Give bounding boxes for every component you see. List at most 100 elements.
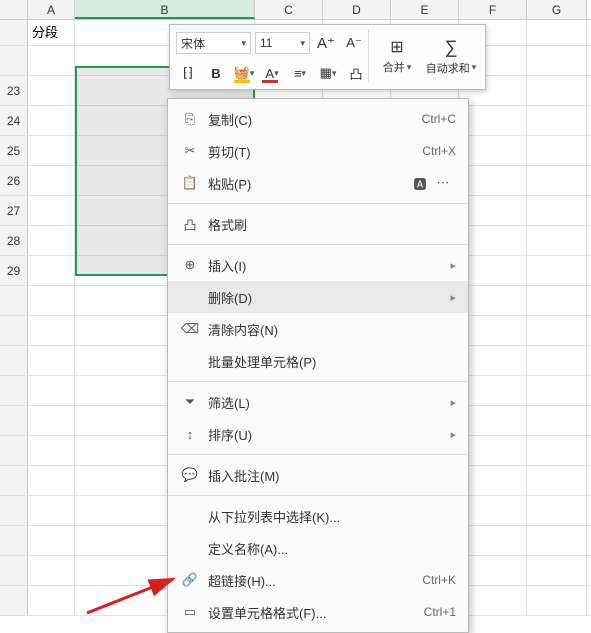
cell[interactable] <box>28 586 75 615</box>
align-button[interactable]: ≡▾ <box>288 61 312 85</box>
cell[interactable] <box>459 316 527 345</box>
cell[interactable] <box>28 286 75 315</box>
cell[interactable] <box>459 136 527 165</box>
cell[interactable] <box>28 256 75 285</box>
cell[interactable] <box>459 226 527 255</box>
row-header[interactable] <box>0 466 28 495</box>
row-header-29[interactable]: 29 <box>0 256 28 285</box>
row-header[interactable] <box>0 316 28 345</box>
cell[interactable] <box>459 346 527 375</box>
more-icon[interactable]: ⋯ <box>432 175 456 191</box>
cell[interactable] <box>527 136 587 165</box>
cell[interactable] <box>527 496 587 525</box>
cell[interactable] <box>459 166 527 195</box>
col-header-B[interactable]: B <box>75 0 255 19</box>
menu-hyperlink[interactable]: 🔗 超链接(H)... Ctrl+K <box>168 564 468 596</box>
decrease-font-button[interactable]: A⁻ <box>342 31 366 55</box>
cell[interactable] <box>28 496 75 525</box>
cell[interactable] <box>28 76 75 105</box>
cell[interactable] <box>527 166 587 195</box>
cell[interactable] <box>527 106 587 135</box>
font-color-button[interactable]: A▾ <box>260 61 284 85</box>
fill-color-button[interactable]: 🧺▾ <box>232 61 256 85</box>
menu-sort[interactable]: ↕ 排序(U) ▸ <box>168 418 468 450</box>
row-header[interactable] <box>0 346 28 375</box>
row-header[interactable] <box>0 286 28 315</box>
row-header[interactable] <box>0 20 28 45</box>
cell[interactable] <box>28 526 75 555</box>
cell[interactable] <box>28 166 75 195</box>
row-header[interactable] <box>0 376 28 405</box>
format-bracket-icon[interactable]: ⁅⁆ <box>176 61 200 85</box>
menu-delete[interactable]: 删除(D) ▸ <box>168 281 468 313</box>
cell[interactable] <box>459 466 527 495</box>
menu-copy[interactable]: ⎘ 复制(C) Ctrl+C <box>168 103 468 135</box>
menu-cut[interactable]: ✂ 剪切(T) Ctrl+X <box>168 135 468 167</box>
row-header-23[interactable]: 23 <box>0 76 28 105</box>
cell[interactable] <box>28 376 75 405</box>
col-header-G[interactable]: G <box>527 0 587 19</box>
row-header[interactable] <box>0 586 28 615</box>
row-header[interactable] <box>0 496 28 525</box>
cell[interactable] <box>28 196 75 225</box>
col-header-C[interactable]: C <box>255 0 323 19</box>
cell[interactable] <box>28 436 75 465</box>
cell[interactable] <box>527 226 587 255</box>
cell[interactable] <box>527 586 587 615</box>
row-header-24[interactable]: 24 <box>0 106 28 135</box>
cell[interactable] <box>28 556 75 585</box>
cell[interactable] <box>28 46 75 75</box>
format-cells-icon[interactable]: 凸 <box>344 61 368 85</box>
cell[interactable] <box>527 346 587 375</box>
row-header[interactable] <box>0 556 28 585</box>
menu-format-painter[interactable]: 凸 格式刷 <box>168 208 468 240</box>
row-header-25[interactable]: 25 <box>0 136 28 165</box>
cell[interactable] <box>459 106 527 135</box>
cell[interactable] <box>527 286 587 315</box>
cell[interactable] <box>28 466 75 495</box>
menu-dropdown-pick[interactable]: 从下拉列表中选择(K)... <box>168 500 468 532</box>
col-header-D[interactable]: D <box>323 0 391 19</box>
cell[interactable] <box>28 316 75 345</box>
cell[interactable] <box>527 526 587 555</box>
cell[interactable] <box>527 466 587 495</box>
cell[interactable] <box>459 496 527 525</box>
col-header-E[interactable]: E <box>391 0 459 19</box>
cell[interactable] <box>527 256 587 285</box>
menu-comment[interactable]: 💬 插入批注(M) <box>168 459 468 491</box>
row-header[interactable] <box>0 436 28 465</box>
cell[interactable] <box>527 406 587 435</box>
merge-button[interactable]: ⊞ 合并▾ <box>375 32 419 80</box>
bold-button[interactable]: B <box>204 61 228 85</box>
menu-insert[interactable]: ⊕ 插入(I) ▸ <box>168 249 468 281</box>
paste-special-icon[interactable]: 🅰 <box>408 174 432 193</box>
cell[interactable] <box>527 46 587 75</box>
row-header[interactable] <box>0 46 28 75</box>
menu-format-cells[interactable]: ▭ 设置单元格格式(F)... Ctrl+1 <box>168 596 468 628</box>
cell[interactable] <box>459 196 527 225</box>
increase-font-button[interactable]: A⁺ <box>314 31 338 55</box>
row-header[interactable] <box>0 526 28 555</box>
cell[interactable] <box>28 136 75 165</box>
cell[interactable] <box>527 76 587 105</box>
cell[interactable] <box>459 436 527 465</box>
cell[interactable] <box>527 316 587 345</box>
cell[interactable] <box>459 586 527 615</box>
row-header-28[interactable]: 28 <box>0 226 28 255</box>
cell[interactable] <box>527 20 587 45</box>
cell[interactable] <box>28 406 75 435</box>
font-size-select[interactable]: 11 ▾ <box>255 32 310 54</box>
cell[interactable] <box>459 406 527 435</box>
cell[interactable] <box>527 196 587 225</box>
menu-paste[interactable]: 📋 粘贴(P) 🅰 ⋯ <box>168 167 468 199</box>
cell[interactable] <box>459 256 527 285</box>
corner-cell[interactable] <box>0 0 28 19</box>
col-header-A[interactable]: A <box>28 0 75 19</box>
menu-define-name[interactable]: 定义名称(A)... <box>168 532 468 564</box>
cell[interactable] <box>527 376 587 405</box>
row-header[interactable] <box>0 406 28 435</box>
cell[interactable] <box>527 436 587 465</box>
menu-batch[interactable]: 批量处理单元格(P) <box>168 345 468 377</box>
row-header-27[interactable]: 27 <box>0 196 28 225</box>
cell[interactable] <box>28 226 75 255</box>
